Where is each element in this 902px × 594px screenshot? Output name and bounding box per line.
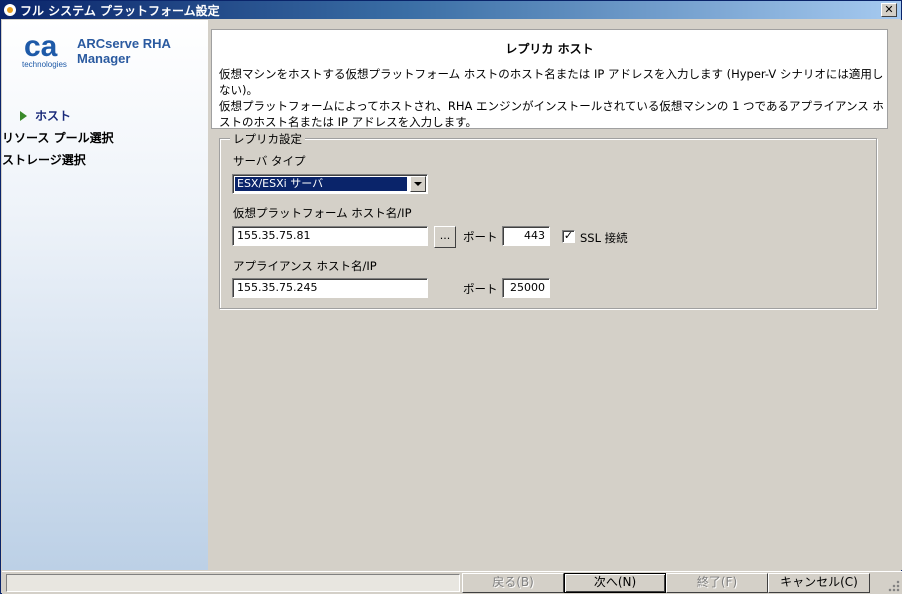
cancel-button[interactable]: キャンセル(C): [768, 573, 870, 593]
ca-logo-icon: ca: [24, 32, 58, 60]
server-type-select[interactable]: ESX/ESXi サーバ: [232, 174, 428, 194]
product-name-line1: ARCserve RHA: [77, 36, 171, 51]
sidebar-item-label: リソース プール選択: [2, 131, 114, 145]
back-button[interactable]: 戻る(B): [462, 573, 564, 593]
window-right-edge: [888, 20, 902, 570]
app-icon: [4, 4, 16, 16]
appliance-port-input[interactable]: 25000: [502, 278, 550, 298]
product-name: ARCserve RHA Manager: [77, 36, 171, 66]
appliance-host-label: アプライアンス ホスト名/IP: [233, 259, 377, 273]
description-line2: 仮想プラットフォームによってホストされ、RHA エンジンがインストールされている…: [219, 99, 884, 129]
title-bar[interactable]: フル システム プラットフォーム設定 ✕: [1, 1, 901, 19]
browse-button[interactable]: ...: [434, 226, 456, 248]
server-type-label: サーバ タイプ: [233, 154, 306, 168]
appliance-port-label: ポート: [463, 282, 498, 296]
window-title: フル システム プラットフォーム設定: [20, 3, 220, 18]
ssl-label[interactable]: SSL 接続: [580, 230, 628, 246]
status-field: [6, 574, 460, 592]
resize-grip-icon[interactable]: [888, 580, 900, 592]
ssl-checkbox[interactable]: ✓: [562, 230, 575, 243]
sidebar-item-label: ストレージ選択: [2, 153, 86, 167]
sidebar-item-label: ホスト: [35, 109, 72, 123]
group-legend: レプリカ設定: [230, 131, 305, 147]
button-bar: 戻る(B) 次へ(N) 終了(F) キャンセル(C): [2, 571, 902, 594]
sidebar-item-host[interactable]: ホスト: [16, 105, 114, 127]
platform-port-label: ポート: [463, 230, 498, 244]
main-panel: レプリカ ホスト 仮想マシンをホストする仮想プラットフォーム ホストのホスト名ま…: [211, 29, 888, 561]
description-line1: 仮想マシンをホストする仮想プラットフォーム ホストのホスト名または IP アドレ…: [219, 67, 884, 97]
platform-port-input[interactable]: 443: [502, 226, 550, 246]
wizard-steps-nav: ホスト リソース プール選択 ストレージ選択: [2, 105, 114, 171]
logo-text: ca: [24, 32, 58, 60]
page-title: レプリカ ホスト: [505, 42, 594, 56]
platform-host-label: 仮想プラットフォーム ホスト名/IP: [233, 206, 412, 220]
wizard-window: フル システム プラットフォーム設定 ✕ ca technologies ARC…: [0, 0, 902, 594]
next-button[interactable]: 次へ(N): [564, 573, 666, 593]
sidebar-item-resource-pool[interactable]: リソース プール選択: [2, 127, 114, 149]
sidebar-item-storage[interactable]: ストレージ選択: [2, 149, 114, 171]
page-description: 仮想マシンをホストする仮想プラットフォーム ホストのホスト名または IP アドレ…: [219, 66, 884, 130]
sidebar: ca technologies ARCserve RHA Manager ホスト…: [2, 20, 208, 570]
appliance-host-input[interactable]: 155.35.75.245: [232, 278, 428, 298]
current-step-arrow-icon: [20, 111, 27, 121]
logo-subtext: technologies: [22, 60, 67, 69]
close-button[interactable]: ✕: [881, 3, 897, 17]
page-header: レプリカ ホスト 仮想マシンをホストする仮想プラットフォーム ホストのホスト名ま…: [211, 29, 888, 129]
brand-logo: ca technologies ARCserve RHA Manager: [22, 32, 202, 82]
platform-host-input[interactable]: 155.35.75.81: [232, 226, 428, 246]
product-name-line2: Manager: [77, 51, 131, 66]
chevron-down-icon[interactable]: [410, 176, 426, 192]
server-type-value: ESX/ESXi サーバ: [235, 177, 407, 191]
replica-settings-group: レプリカ設定 サーバ タイプ ESX/ESXi サーバ 仮想プラットフォーム ホ…: [219, 131, 877, 309]
finish-button[interactable]: 終了(F): [666, 573, 768, 593]
